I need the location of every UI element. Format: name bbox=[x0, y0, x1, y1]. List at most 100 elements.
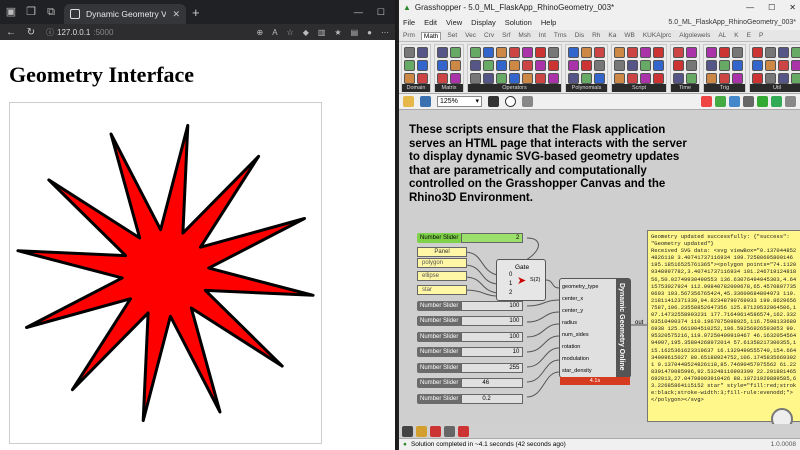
ribbon-tool-icon[interactable] bbox=[581, 73, 592, 84]
ribbon-tool-icon[interactable] bbox=[548, 73, 559, 84]
gh-tab-algolewels[interactable]: Algolewels bbox=[677, 32, 712, 39]
preview-eye-icon[interactable] bbox=[505, 96, 516, 107]
ribbon-tool-icon[interactable] bbox=[686, 73, 697, 84]
gh-tab-trns[interactable]: Trns bbox=[552, 32, 569, 39]
tab-close-icon[interactable]: ✕ bbox=[172, 9, 180, 20]
ribbon-tool-icon[interactable] bbox=[483, 73, 494, 84]
slider-star-density[interactable]: Number Slider 0.2 bbox=[417, 394, 524, 404]
ribbon-tool-icon[interactable] bbox=[548, 47, 559, 58]
panel-ellipse[interactable]: ellipse bbox=[417, 271, 467, 281]
ribbon-tool-icon[interactable] bbox=[706, 47, 717, 58]
gh-tab-crv[interactable]: Crv bbox=[482, 32, 496, 39]
output-panel[interactable]: Geometry updated successfully: {"success… bbox=[647, 230, 800, 422]
panel-header[interactable]: Panel bbox=[417, 247, 467, 257]
menu-view[interactable]: View bbox=[446, 18, 462, 27]
ribbon-tool-icon[interactable] bbox=[535, 47, 546, 58]
menu-edit[interactable]: Edit bbox=[424, 18, 437, 27]
shaded-display-icon[interactable] bbox=[715, 96, 726, 107]
zoom-icon[interactable]: ⊕ bbox=[256, 28, 263, 37]
sketch-icon[interactable] bbox=[488, 96, 499, 107]
bottom-tool-icon[interactable] bbox=[430, 425, 441, 437]
ribbon-tool-icon[interactable] bbox=[535, 60, 546, 71]
save-file-icon[interactable] bbox=[420, 96, 431, 107]
gate-component[interactable]: Gate 0 1 2 ➤ S(2) bbox=[496, 259, 546, 301]
gh-tab-al[interactable]: AL bbox=[716, 32, 728, 39]
ribbon-tool-icon[interactable] bbox=[568, 73, 579, 84]
slider-value[interactable]: 10 bbox=[461, 347, 524, 357]
ribbon-tool-icon[interactable] bbox=[778, 60, 789, 71]
ribbon-tool-icon[interactable] bbox=[450, 60, 461, 71]
ribbon-tool-icon[interactable] bbox=[496, 60, 507, 71]
gh-tab-rh[interactable]: Rh bbox=[590, 32, 602, 39]
slider-value[interactable]: 255 bbox=[461, 363, 524, 373]
ribbon-tool-icon[interactable] bbox=[614, 73, 625, 84]
ribbon-tool-icon[interactable] bbox=[404, 60, 415, 71]
gh-tab-msh[interactable]: Msh bbox=[516, 32, 532, 39]
slider-radius[interactable]: Number Slider 100 bbox=[417, 332, 524, 342]
dynamic-geometry-component[interactable]: geometry_type center_x center_y radius num_s… bbox=[559, 278, 631, 385]
selected-display-icon[interactable] bbox=[729, 96, 740, 107]
ribbon-tool-icon[interactable] bbox=[719, 60, 730, 71]
menu-display[interactable]: Display bbox=[471, 18, 496, 27]
ribbon-tool-icon[interactable] bbox=[686, 60, 697, 71]
slider-modulation[interactable]: Number Slider 46 bbox=[417, 378, 524, 388]
info-icon[interactable]: ⓘ bbox=[46, 27, 54, 38]
solver-icon[interactable] bbox=[771, 96, 782, 107]
slider-num-sides[interactable]: Number Slider 10 bbox=[417, 347, 524, 357]
gh-tab-srf[interactable]: Srf bbox=[500, 32, 512, 39]
ribbon-tool-icon[interactable] bbox=[548, 60, 559, 71]
ribbon-tool-icon[interactable] bbox=[614, 47, 625, 58]
ribbon-tool-icon[interactable] bbox=[568, 47, 579, 58]
gh-close-icon[interactable]: ✕ bbox=[789, 3, 796, 12]
ribbon-tool-icon[interactable] bbox=[752, 60, 763, 71]
ribbon-tool-icon[interactable] bbox=[673, 47, 684, 58]
panel-polygon[interactable]: polygon bbox=[417, 258, 467, 268]
ribbon-tool-icon[interactable] bbox=[594, 47, 605, 58]
slider-center-x[interactable]: Number Slider 100 bbox=[417, 301, 524, 311]
ribbon-tool-icon[interactable] bbox=[614, 60, 625, 71]
gh-tab-ka[interactable]: Ka bbox=[606, 32, 618, 39]
ribbon-tool-icon[interactable] bbox=[417, 47, 428, 58]
gh-minimize-icon[interactable]: — bbox=[746, 3, 754, 12]
ribbon-tool-icon[interactable] bbox=[791, 47, 800, 58]
ribbon-tool-icon[interactable] bbox=[417, 60, 428, 71]
ribbon-tool-icon[interactable] bbox=[509, 73, 520, 84]
profile-icon[interactable]: ▣ bbox=[4, 5, 18, 19]
ribbon-tool-icon[interactable] bbox=[509, 60, 520, 71]
workspaces-icon[interactable]: ❐ bbox=[24, 5, 38, 19]
url-field[interactable]: ⓘ 127.0.0.1:5000 bbox=[46, 27, 156, 38]
ribbon-tool-icon[interactable] bbox=[653, 60, 664, 71]
menu-solution[interactable]: Solution bbox=[505, 18, 532, 27]
more-icon[interactable]: ⋯ bbox=[381, 28, 389, 37]
gh-tab-p[interactable]: P bbox=[757, 32, 765, 39]
slider-gate-index[interactable]: Number Slider 2 bbox=[417, 233, 524, 243]
ribbon-tool-icon[interactable] bbox=[470, 60, 481, 71]
slider-value[interactable]: 0.2 bbox=[461, 394, 524, 404]
favorite-icon[interactable]: ☆ bbox=[287, 28, 294, 37]
ribbon-tool-icon[interactable] bbox=[640, 47, 651, 58]
ribbon-tool-icon[interactable] bbox=[496, 47, 507, 58]
minimize-icon[interactable]: — bbox=[354, 7, 363, 18]
gh-maximize-icon[interactable]: ☐ bbox=[768, 3, 775, 12]
collections-icon[interactable]: ▤ bbox=[351, 28, 359, 37]
slider-value[interactable]: 100 bbox=[461, 316, 524, 326]
menu-help[interactable]: Help bbox=[541, 18, 556, 27]
ribbon-tool-icon[interactable] bbox=[640, 73, 651, 84]
bottom-tool-icon[interactable] bbox=[402, 425, 413, 437]
ribbon-tool-icon[interactable] bbox=[450, 73, 461, 84]
favorites-icon[interactable]: ★ bbox=[334, 28, 341, 37]
reload-icon[interactable]: ↻ bbox=[26, 27, 36, 38]
tab-dynamic-geometry-viewer[interactable]: Dynamic Geometry Viewer ✕ bbox=[64, 4, 186, 24]
gh-preview-icon[interactable] bbox=[757, 96, 768, 107]
ribbon-tool-icon[interactable] bbox=[594, 73, 605, 84]
ribbon-tool-icon[interactable] bbox=[686, 47, 697, 58]
ribbon-tool-icon[interactable] bbox=[404, 73, 415, 84]
ribbon-tool-icon[interactable] bbox=[404, 47, 415, 58]
ribbon-tool-icon[interactable] bbox=[732, 47, 743, 58]
ribbon-tool-icon[interactable] bbox=[765, 60, 776, 71]
ribbon-tool-icon[interactable] bbox=[522, 47, 533, 58]
new-tab-icon[interactable]: + bbox=[192, 5, 200, 20]
ribbon-tool-icon[interactable] bbox=[522, 73, 533, 84]
ribbon-tool-icon[interactable] bbox=[437, 47, 448, 58]
ribbon-tool-icon[interactable] bbox=[640, 60, 651, 71]
